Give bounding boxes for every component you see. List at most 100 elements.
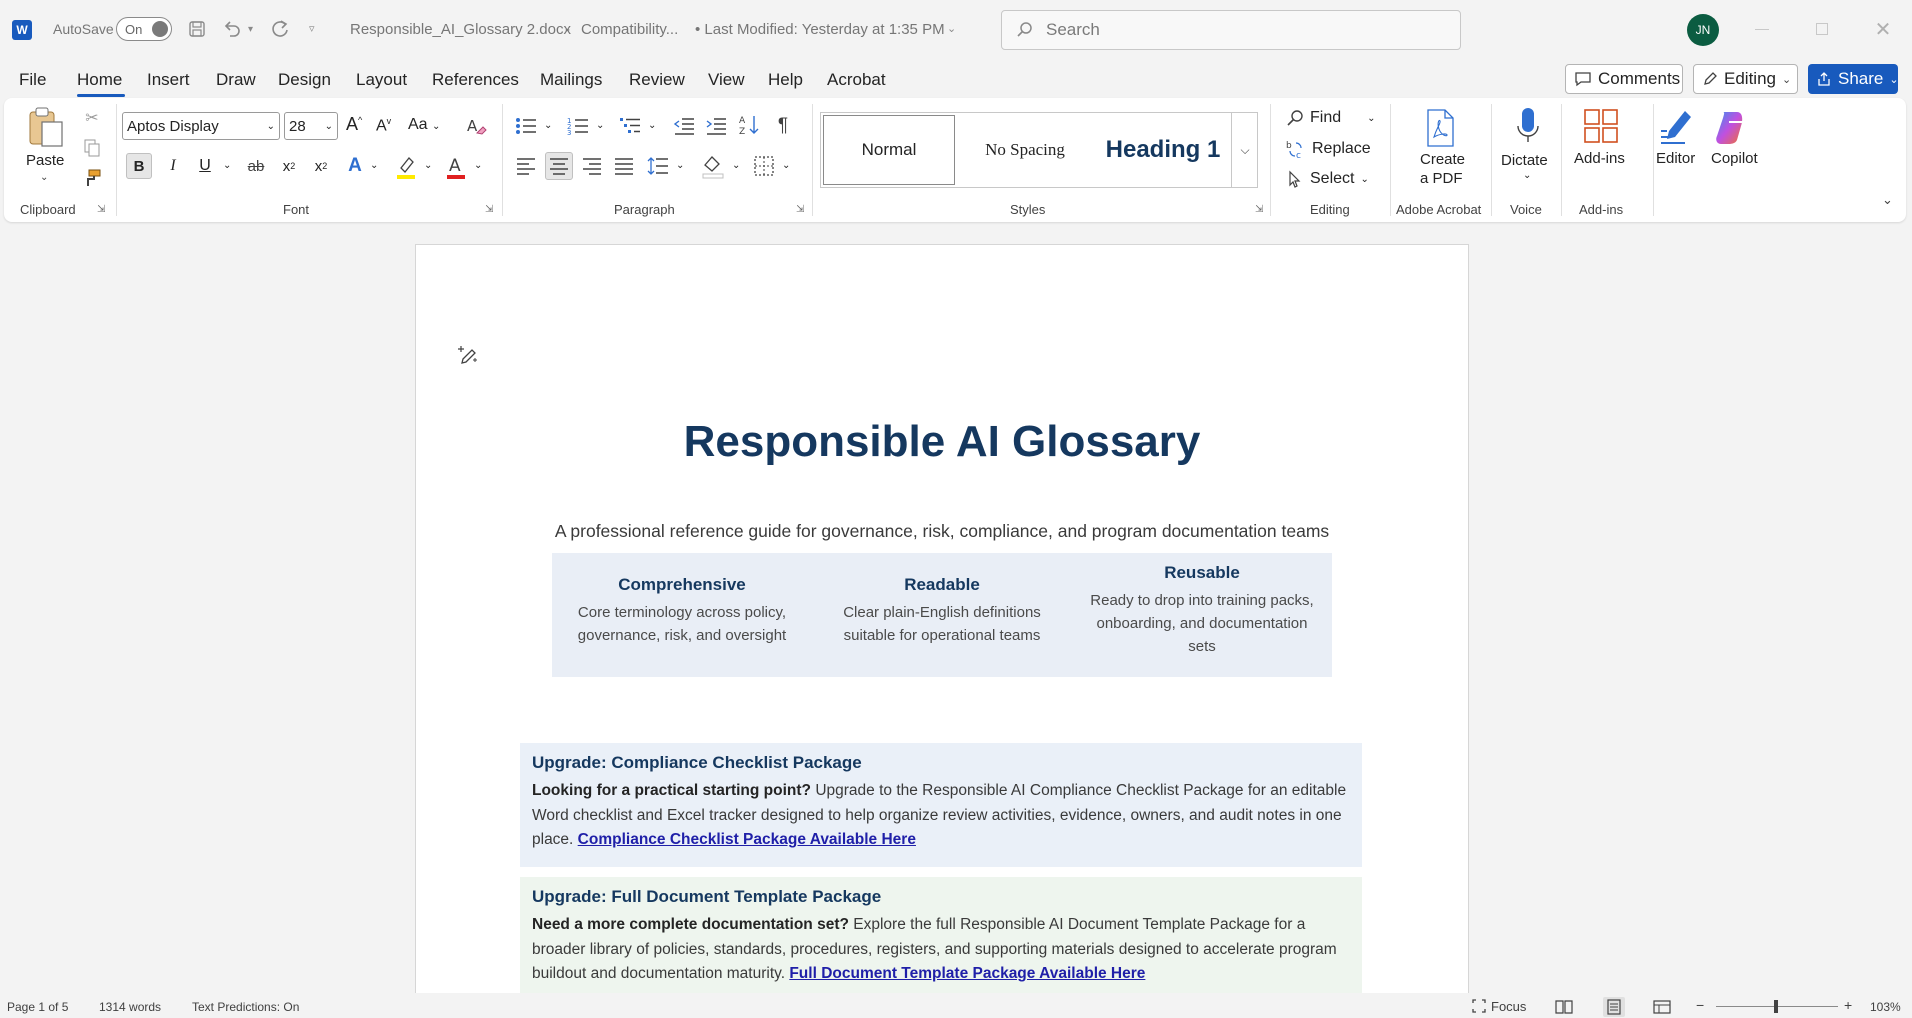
shading-icon[interactable]	[700, 152, 726, 180]
word-count[interactable]: 1314 words	[99, 1000, 161, 1014]
dialog-launcher-icon[interactable]: ⇲	[485, 204, 493, 215]
chevron-down-icon[interactable]: ⌄	[544, 120, 552, 131]
style-heading-1[interactable]: Heading 1	[1095, 115, 1231, 185]
font-name-combo[interactable]: Aptos Display ⌄	[122, 112, 280, 140]
shrink-font-button[interactable]: Av	[376, 116, 391, 135]
read-mode-icon[interactable]	[1554, 998, 1574, 1016]
document-subtitle[interactable]: A professional reference guide for gover…	[416, 521, 1468, 542]
undo-dropdown-icon[interactable]: ▾	[248, 24, 253, 35]
format-painter-icon[interactable]	[82, 168, 102, 188]
chevron-down-icon[interactable]: ⌄	[223, 160, 231, 171]
tab-home[interactable]: Home	[77, 70, 122, 90]
underline-button[interactable]: U	[194, 153, 216, 179]
sparkle-pen-icon[interactable]	[456, 343, 480, 367]
save-icon[interactable]	[186, 18, 208, 40]
subscript-button[interactable]: x2	[278, 153, 300, 179]
line-spacing-icon[interactable]	[646, 154, 670, 178]
select-button[interactable]: Select ⌄	[1286, 170, 1369, 188]
paste-label[interactable]: Paste	[26, 152, 64, 169]
restore-icon[interactable]	[1812, 20, 1832, 38]
sort-icon[interactable]: AZ	[738, 112, 762, 138]
editor-icon[interactable]	[1658, 106, 1696, 148]
tab-acrobat[interactable]: Acrobat	[827, 70, 886, 90]
editor-button[interactable]: Editor	[1656, 150, 1695, 167]
tab-view[interactable]: View	[708, 70, 745, 90]
tab-design[interactable]: Design	[278, 70, 331, 90]
compliance-package-link[interactable]: Compliance Checklist Package Available H…	[578, 831, 916, 848]
styles-more-icon[interactable]: ⌵	[1231, 113, 1258, 187]
chevron-down-icon[interactable]: ⌄	[648, 120, 656, 131]
chevron-down-icon[interactable]: ⌄	[732, 160, 740, 171]
font-size-combo[interactable]: 28 ⌄	[284, 112, 338, 140]
borders-icon[interactable]	[752, 154, 776, 178]
minimize-icon[interactable]	[1752, 22, 1772, 36]
copilot-button[interactable]: Copilot	[1711, 150, 1758, 167]
text-effects-icon[interactable]: A	[344, 153, 366, 179]
paste-button[interactable]	[26, 106, 66, 150]
web-layout-icon[interactable]	[1652, 998, 1672, 1016]
highlight-icon[interactable]	[394, 153, 418, 181]
chevron-down-icon[interactable]: ⌄	[596, 120, 604, 131]
chevron-down-icon[interactable]: ⌄	[947, 22, 956, 35]
chevron-down-icon[interactable]: ⌄	[1523, 170, 1531, 181]
copy-icon[interactable]	[82, 138, 102, 158]
document-page[interactable]: Responsible AI Glossary A professional r…	[415, 244, 1469, 993]
chevron-down-icon[interactable]: ⌄	[370, 160, 378, 171]
chevron-down-icon[interactable]: ⌄	[40, 172, 48, 183]
style-no-spacing[interactable]: No Spacing	[959, 115, 1091, 185]
avatar[interactable]: JN	[1687, 14, 1719, 46]
upgrade-box[interactable]: Upgrade: Full Document Template Package …	[520, 877, 1362, 993]
align-center-icon[interactable]	[545, 152, 573, 180]
increase-indent-icon[interactable]	[704, 114, 728, 138]
close-icon[interactable]: ✕	[1872, 18, 1894, 41]
clear-formatting-icon[interactable]: A	[464, 114, 488, 138]
dialog-launcher-icon[interactable]: ⇲	[1255, 204, 1263, 215]
copilot-icon[interactable]	[1712, 106, 1752, 148]
numbering-icon[interactable]: 123	[566, 114, 590, 138]
zoom-slider-thumb[interactable]	[1774, 1000, 1778, 1013]
addins-button[interactable]: Add-ins	[1574, 150, 1625, 167]
justify-icon[interactable]	[612, 154, 636, 178]
tab-layout[interactable]: Layout	[356, 70, 407, 90]
template-package-link[interactable]: Full Document Template Package Available…	[789, 965, 1145, 982]
autosave-toggle[interactable]: On	[116, 17, 172, 41]
collapse-ribbon-icon[interactable]: ⌄	[1882, 192, 1893, 208]
multilevel-list-icon[interactable]	[618, 114, 642, 138]
document-name[interactable]: Responsible_AI_Glossary 2.docx	[350, 21, 571, 38]
zoom-level[interactable]: 103%	[1870, 1000, 1901, 1014]
chevron-down-icon[interactable]: ⌄	[474, 160, 482, 171]
microphone-icon[interactable]	[1512, 106, 1544, 148]
print-layout-icon[interactable]	[1603, 997, 1625, 1017]
grow-font-button[interactable]: A^	[346, 114, 362, 135]
editing-mode-button[interactable]: Editing ⌄	[1693, 64, 1798, 94]
tab-review[interactable]: Review	[629, 70, 685, 90]
bold-button[interactable]: B	[126, 153, 152, 179]
cut-icon[interactable]: ✂	[82, 108, 102, 128]
create-pdf-icon[interactable]	[1422, 108, 1458, 148]
share-button[interactable]: Share ⌄	[1808, 64, 1899, 94]
document-title[interactable]: Responsible AI Glossary	[416, 417, 1468, 467]
show-marks-icon[interactable]: ¶	[772, 114, 794, 138]
change-case-button[interactable]: Aa ⌄	[408, 116, 440, 134]
comments-button[interactable]: Comments	[1565, 64, 1683, 94]
superscript-button[interactable]: x2	[310, 153, 332, 179]
chevron-down-icon[interactable]: ⌄	[676, 160, 684, 171]
zoom-in-button[interactable]: +	[1844, 997, 1852, 1013]
bullets-icon[interactable]	[514, 114, 538, 138]
focus-button[interactable]: Focus	[1471, 998, 1526, 1014]
search-input[interactable]: Search	[1001, 10, 1461, 50]
chevron-down-icon[interactable]: ⌄	[424, 160, 432, 171]
find-button[interactable]: Find ⌄	[1286, 109, 1376, 127]
tab-mailings[interactable]: Mailings	[540, 70, 602, 90]
chevron-down-icon[interactable]: ⌄	[782, 160, 790, 171]
addins-icon[interactable]	[1582, 106, 1620, 146]
replace-button[interactable]: bc Replace	[1286, 139, 1371, 159]
upgrade-box[interactable]: Upgrade: Compliance Checklist Package Lo…	[520, 743, 1362, 867]
text-predictions[interactable]: Text Predictions: On	[192, 1000, 299, 1014]
tab-draw[interactable]: Draw	[216, 70, 256, 90]
customize-qat-icon[interactable]: ▿	[309, 22, 315, 35]
dictate-button[interactable]: Dictate	[1501, 152, 1548, 169]
zoom-out-button[interactable]: −	[1696, 997, 1704, 1013]
redo-icon[interactable]	[268, 17, 292, 41]
dialog-launcher-icon[interactable]: ⇲	[97, 204, 105, 215]
